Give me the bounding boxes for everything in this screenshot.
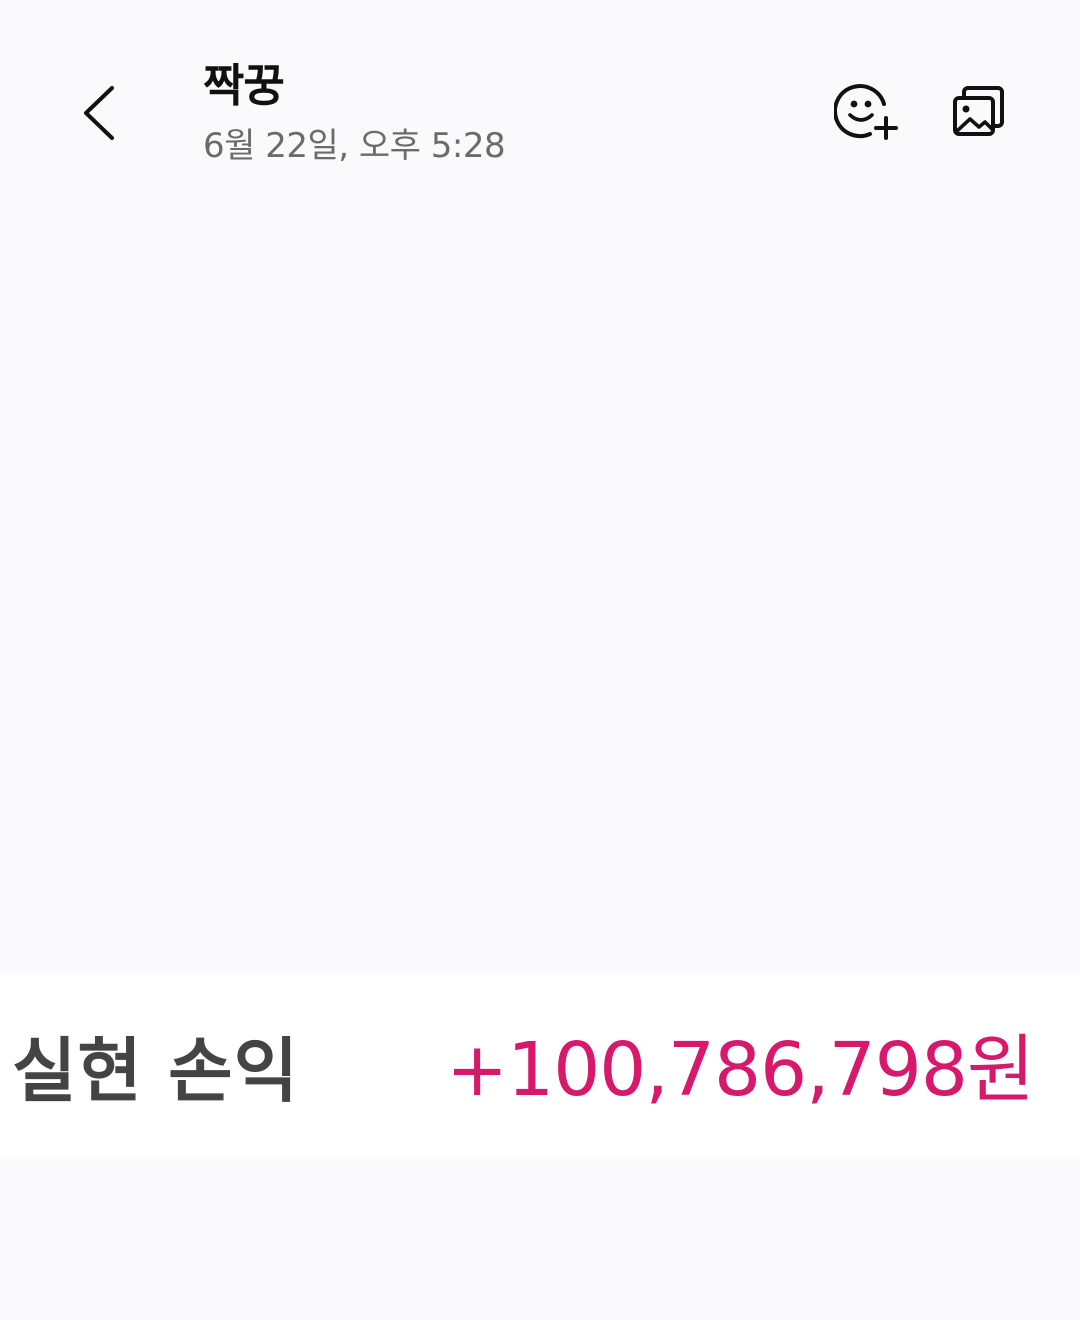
back-button[interactable]	[70, 78, 130, 148]
bottom-area	[0, 1157, 1080, 1320]
emoji-add-icon	[834, 84, 898, 140]
conversation-title-block: 짝꿍 6월 22일, 오후 5:28	[203, 58, 506, 166]
realized-pnl-label: 실현 손익	[12, 1030, 299, 1112]
message-timestamp: 6월 22일, 오후 5:28	[203, 126, 506, 166]
sender-name: 짝꿍	[203, 59, 285, 112]
add-emoji-button[interactable]	[834, 82, 900, 144]
chevron-left-icon	[84, 86, 114, 140]
gallery-icon	[953, 86, 1004, 136]
realized-pnl-value: +100,786,798원	[446, 1027, 1035, 1113]
message-content-area	[0, 190, 1080, 973]
top-app-bar: 짝꿍 6월 22일, 오후 5:28	[0, 0, 1080, 190]
gallery-button[interactable]	[948, 82, 1014, 144]
